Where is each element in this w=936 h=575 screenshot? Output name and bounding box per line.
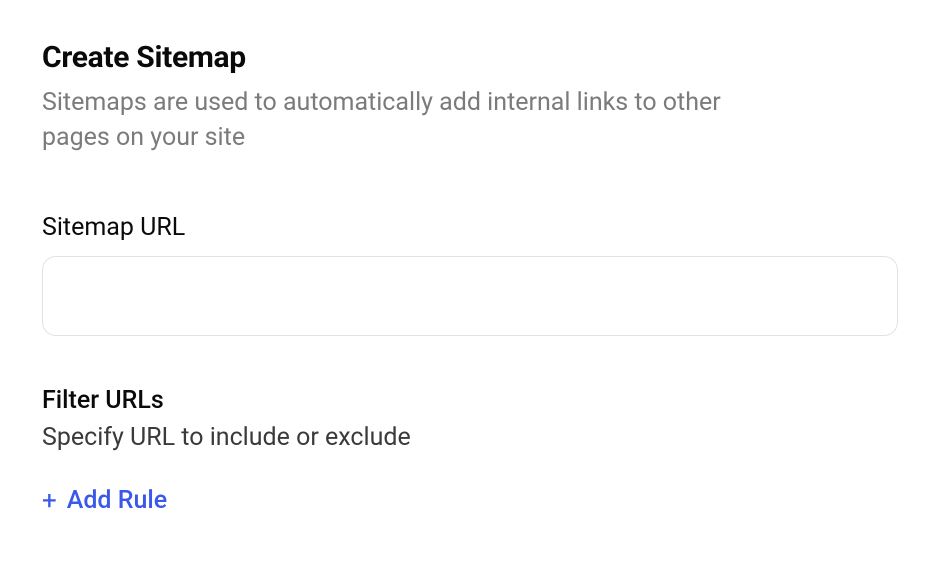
sitemap-url-label: Sitemap URL [42,213,896,242]
plus-icon: + [42,488,57,514]
add-rule-label: Add Rule [67,486,167,515]
sitemap-url-field: Sitemap URL [42,213,896,336]
filter-urls-section: Filter URLs Specify URL to include or ex… [42,386,896,515]
filter-urls-subtitle: Specify URL to include or exclude [42,423,896,452]
add-rule-button[interactable]: + Add Rule [42,486,167,515]
sitemap-url-input[interactable] [42,256,898,336]
page-title: Create Sitemap [42,40,896,75]
page-subtitle: Sitemaps are used to automatically add i… [42,85,762,155]
filter-urls-title: Filter URLs [42,386,896,415]
